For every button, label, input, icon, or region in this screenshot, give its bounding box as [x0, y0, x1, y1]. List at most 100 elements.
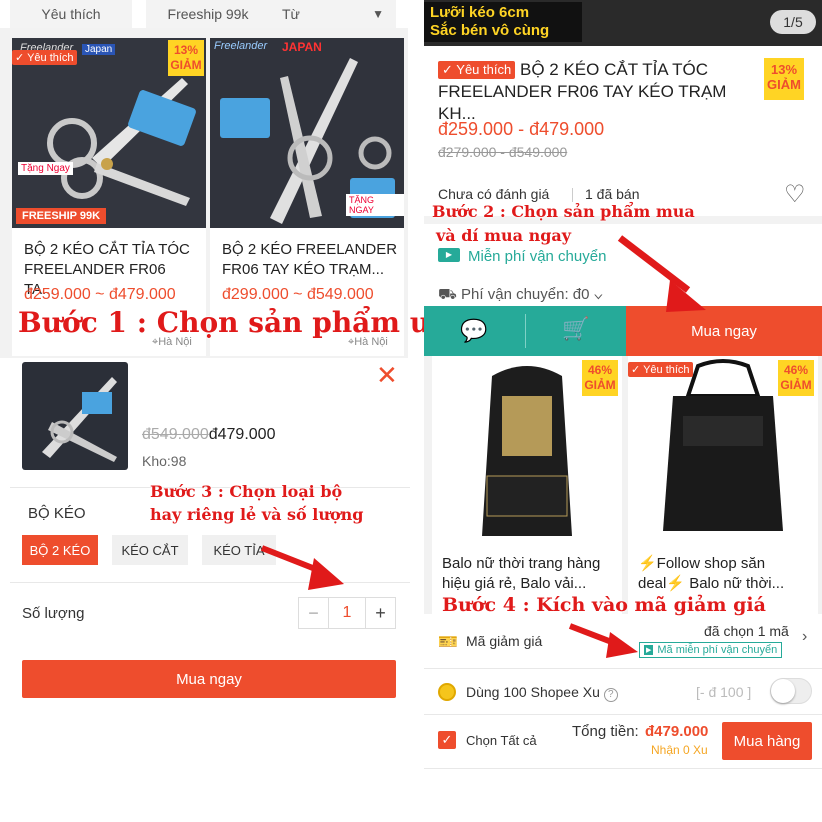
add-to-cart-icon[interactable]: 🛒 — [562, 316, 589, 342]
step3-caption-line1: Bước 3 : Chọn loại bộ — [150, 482, 343, 501]
buy-now-button[interactable]: Mua ngay — [22, 660, 396, 698]
voucher-tag: ▶ Mã miễn phí vận chuyển — [639, 642, 783, 658]
select-all-label: Chọn Tất cả — [466, 733, 537, 748]
filter-favorite[interactable]: Yêu thích — [10, 0, 132, 28]
discount-badge: 13% GIẢM — [168, 40, 204, 76]
variant-option-selected[interactable]: BỘ 2 KÉO — [22, 535, 98, 565]
shipping-row[interactable]: ⛟ Phí vận chuyển: đ0 ⌄ — [438, 286, 603, 305]
quantity-stepper[interactable]: − 1 + — [298, 597, 396, 629]
image-gift-text: Tặng Ngay — [18, 162, 73, 175]
chevron-down-icon: ⌄ — [593, 286, 604, 303]
freeship-text: Miễn phí vận chuyển — [468, 248, 607, 265]
image-gift-text: TẶNG NGAY — [346, 194, 404, 216]
checkout-button[interactable]: Mua hàng — [722, 722, 812, 760]
product-image: Freelander JAPAN TẶNG NGAY — [210, 38, 404, 228]
rating-text: Chưa có đánh giá — [438, 186, 550, 202]
xu-row: Dùng 100 Shopee Xu ? — [466, 684, 618, 702]
coin-icon — [438, 683, 456, 701]
image-page-indicator: 1/5 — [770, 10, 816, 34]
voucher-label: Mã giảm giá — [466, 633, 543, 649]
voucher-icon: 🎫 — [438, 634, 458, 651]
quantity-minus-button[interactable]: − — [299, 598, 329, 628]
step4-caption: Bước 4 : Kích vào mã giảm giá — [442, 594, 766, 616]
product-title: BỘ 2 KÉO FREELANDER FR06 TAY KÉO TRẠM... — [222, 241, 398, 278]
quantity-value[interactable]: 1 — [329, 598, 365, 628]
discount-value: 46% — [587, 363, 613, 377]
divider — [10, 582, 410, 583]
image-brand-text: Freelander — [214, 40, 268, 52]
total-value: đ479.000 — [645, 723, 709, 740]
product-title: BỘ 2 KÉO CẮT TỈA TÓC FREELANDER FR06 TAY… — [438, 60, 727, 123]
product-banner: Lưỡi kéo 6cm Sắc bén vô cùng 1/5 — [424, 0, 822, 46]
discount-label: GIẢM — [780, 378, 812, 392]
image-tag-text: JAPAN — [282, 40, 322, 54]
favorite-badge: ✓ Yêu thích — [628, 362, 693, 377]
product-price: đ299.000 ~ đ549.000 — [222, 286, 374, 303]
favorite-label: Yêu thích — [27, 52, 74, 64]
step2-caption-line2: và dí mua ngay — [436, 226, 572, 245]
popup-old-price: đ549.000 — [142, 426, 209, 443]
filter-label: Từ — [282, 6, 300, 22]
heart-icon[interactable]: ♡ — [784, 180, 806, 209]
divider — [424, 768, 822, 769]
sold-count: 1 đã bán — [585, 186, 640, 202]
banner-text: Lưỡi kéo 6cm — [430, 4, 530, 21]
filter-from[interactable]: Từ ▼ — [270, 0, 396, 28]
checkbox-checked-icon[interactable]: ✓ — [438, 731, 456, 749]
variant-option[interactable]: KÉO CẮT — [112, 535, 188, 565]
voucher-tag-label: Mã miễn phí vận chuyển — [657, 644, 778, 656]
discount-badge: 13% GIẢM — [764, 58, 804, 100]
discount-label: GIẢM — [584, 378, 616, 392]
image-promo-text: FREESHIP 99K — [16, 208, 107, 224]
discount-badge: 46% GIẢM — [582, 360, 618, 396]
xu-earn: Nhận 0 Xu — [651, 743, 708, 757]
popup-price: đ479.000 — [208, 426, 276, 443]
step3-caption-line2: hay riêng lẻ và số lượng — [150, 505, 364, 524]
filter-label: Freeship 99k — [167, 6, 249, 22]
banner-text: Sắc bén vô cùng — [430, 22, 550, 39]
discount-label: GIẢM — [767, 77, 801, 92]
popup-stock: Kho:98 — [142, 453, 187, 469]
variant-label: BỘ KÉO — [28, 505, 86, 522]
truck-icon: ⛟ — [438, 286, 457, 303]
arrow-icon — [568, 623, 638, 658]
xu-value: [- đ 100 ] — [696, 684, 752, 700]
discount-label: GIẢM — [170, 58, 202, 72]
favorite-badge: ✓ Yêu thích — [12, 50, 77, 65]
discount-value: 13% — [770, 62, 798, 77]
favorite-label: Yêu thích — [643, 364, 690, 376]
popup-thumbnail — [22, 362, 128, 470]
product-title: ⚡Follow shop săn deal⚡ Balo nữ thời... — [638, 555, 785, 592]
quantity-plus-button[interactable]: + — [365, 598, 395, 628]
total-label: Tổng tiền: — [572, 723, 639, 740]
arrow-icon — [260, 545, 344, 590]
popup-price-row: đ549.000đ479.000 — [142, 426, 275, 444]
divider — [572, 188, 573, 202]
product-old-price: đ279.000 - đ549.000 — [438, 144, 568, 160]
chevron-right-icon: › — [802, 628, 808, 645]
filter-label: Yêu thích — [41, 6, 101, 22]
product-title: Balo nữ thời trang hàng hiệu giá rẻ, Bal… — [442, 555, 601, 592]
product-price: đ259.000 ~ đ479.000 — [24, 286, 176, 303]
chevron-down-icon: ▼ — [372, 7, 384, 21]
discount-value: 13% — [173, 43, 199, 57]
divider — [525, 314, 526, 348]
shipping-label: Phí vận chuyển: đ0 — [461, 286, 590, 303]
scissors-image — [42, 377, 117, 462]
close-icon[interactable]: ✕ — [376, 360, 398, 391]
xu-label: Dùng 100 Shopee Xu — [466, 684, 600, 700]
help-icon[interactable]: ? — [603, 688, 618, 702]
divider — [424, 668, 822, 669]
arrow-icon — [617, 235, 706, 312]
filter-freeship[interactable]: Freeship 99k — [146, 0, 270, 28]
xu-toggle[interactable] — [770, 678, 812, 704]
discount-value: 46% — [783, 363, 809, 377]
image-tag-text: Japan — [82, 44, 116, 55]
product-price: đ259.000 - đ479.000 — [438, 119, 605, 139]
divider — [424, 714, 822, 715]
truck-icon: ▶ — [438, 248, 460, 262]
quantity-label: Số lượng — [22, 605, 85, 622]
step2-caption-line1: Bước 2 : Chọn sản phẩm mua — [432, 202, 695, 221]
voucher-selected: đã chọn 1 mã — [704, 623, 789, 639]
chat-icon[interactable]: 💬 — [460, 318, 487, 344]
